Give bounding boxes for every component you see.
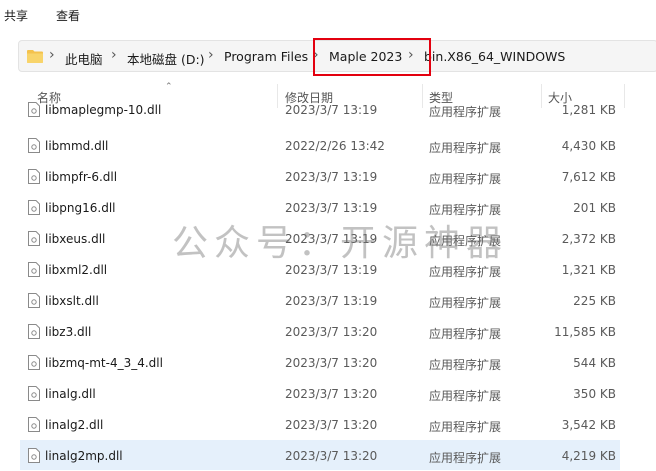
column-divider[interactable] bbox=[624, 84, 625, 108]
file-name: libmmd.dll bbox=[45, 139, 109, 153]
file-type: 应用程序扩展 bbox=[429, 141, 502, 155]
chevron-right-icon: › bbox=[408, 47, 414, 63]
file-type: 应用程序扩展 bbox=[429, 265, 502, 279]
chevron-right-icon: › bbox=[208, 47, 214, 63]
table-row[interactable]: libmaplegmp-10.dll 2023/3/7 13:19 应用程序扩展… bbox=[20, 100, 620, 122]
table-row[interactable]: libxml2.dll 2023/3/7 13:19 应用程序扩展 1,321 … bbox=[20, 254, 620, 284]
dll-file-icon bbox=[28, 293, 40, 308]
table-row[interactable]: libzmq-mt-4_3_4.dll 2023/3/7 13:20 应用程序扩… bbox=[20, 347, 620, 377]
file-date: 2022/2/26 13:42 bbox=[285, 139, 385, 153]
chevron-right-icon: › bbox=[313, 47, 319, 63]
command-bar: 共享 查看 bbox=[0, 0, 656, 30]
dll-file-icon bbox=[28, 448, 40, 463]
file-type: 应用程序扩展 bbox=[429, 296, 502, 310]
file-name: linalg.dll bbox=[45, 387, 96, 401]
folder-icon bbox=[27, 50, 43, 63]
file-name: libz3.dll bbox=[45, 325, 92, 339]
file-type: 应用程序扩展 bbox=[429, 420, 502, 434]
dll-file-icon bbox=[28, 417, 40, 432]
file-type: 应用程序扩展 bbox=[429, 389, 502, 403]
table-row[interactable]: libmmd.dll 2022/2/26 13:42 应用程序扩展 4,430 … bbox=[20, 130, 620, 160]
file-date: 2023/3/7 13:19 bbox=[285, 201, 378, 215]
file-date: 2023/3/7 13:20 bbox=[285, 356, 378, 370]
file-type: 应用程序扩展 bbox=[429, 172, 502, 186]
file-size: 544 KB bbox=[573, 356, 616, 370]
file-date: 2023/3/7 13:20 bbox=[285, 449, 378, 463]
file-size: 201 KB bbox=[573, 201, 616, 215]
file-type: 应用程序扩展 bbox=[429, 451, 502, 465]
dll-file-icon bbox=[28, 324, 40, 339]
file-name: libmaplegmp-10.dll bbox=[45, 103, 162, 117]
file-date: 2023/3/7 13:19 bbox=[285, 170, 378, 184]
file-size: 1,281 KB bbox=[561, 103, 616, 117]
breadcrumb-this-pc[interactable]: 此电脑 bbox=[65, 49, 103, 68]
file-size: 1,321 KB bbox=[561, 263, 616, 277]
chevron-right-icon: › bbox=[111, 47, 117, 63]
file-name: libpng16.dll bbox=[45, 201, 116, 215]
file-date: 2023/3/7 13:19 bbox=[285, 294, 378, 308]
table-row[interactable]: libpng16.dll 2023/3/7 13:19 应用程序扩展 201 K… bbox=[20, 192, 620, 222]
table-row[interactable]: linalg2.dll 2023/3/7 13:20 应用程序扩展 3,542 … bbox=[20, 409, 620, 439]
file-size: 4,430 KB bbox=[561, 139, 616, 153]
file-name: libzmq-mt-4_3_4.dll bbox=[45, 356, 163, 370]
table-row[interactable]: libxeus.dll 2023/3/7 13:19 应用程序扩展 2,372 … bbox=[20, 223, 620, 253]
dll-file-icon bbox=[28, 262, 40, 277]
table-row[interactable]: linalg2mp.dll 2023/3/7 13:20 应用程序扩展 4,21… bbox=[20, 440, 620, 470]
file-name: libmpfr-6.dll bbox=[45, 170, 118, 184]
breadcrumb-local-disk[interactable]: 本地磁盘 (D:) bbox=[127, 49, 205, 68]
share-menu[interactable]: 共享 bbox=[4, 7, 28, 24]
file-type: 应用程序扩展 bbox=[429, 327, 502, 341]
dll-file-icon bbox=[28, 102, 40, 117]
file-name: libxeus.dll bbox=[45, 232, 106, 246]
file-type: 应用程序扩展 bbox=[429, 358, 502, 372]
breadcrumb-program-files[interactable]: Program Files bbox=[224, 49, 308, 64]
file-size: 4,219 KB bbox=[561, 449, 616, 463]
file-size: 3,542 KB bbox=[561, 418, 616, 432]
table-row[interactable]: linalg.dll 2023/3/7 13:20 应用程序扩展 350 KB bbox=[20, 378, 620, 408]
file-date: 2023/3/7 13:19 bbox=[285, 263, 378, 277]
view-menu[interactable]: 查看 bbox=[56, 7, 80, 24]
dll-file-icon bbox=[28, 200, 40, 215]
file-date: 2023/3/7 13:20 bbox=[285, 325, 378, 339]
chevron-right-icon: › bbox=[49, 47, 55, 63]
table-row[interactable]: libz3.dll 2023/3/7 13:20 应用程序扩展 11,585 K… bbox=[20, 316, 620, 346]
file-type: 应用程序扩展 bbox=[429, 234, 502, 248]
table-row[interactable]: libxslt.dll 2023/3/7 13:19 应用程序扩展 225 KB bbox=[20, 285, 620, 315]
file-date: 2023/3/7 13:19 bbox=[285, 103, 378, 117]
file-name: libxslt.dll bbox=[45, 294, 99, 308]
file-size: 7,612 KB bbox=[561, 170, 616, 184]
table-row[interactable]: libmpfr-6.dll 2023/3/7 13:19 应用程序扩展 7,61… bbox=[20, 161, 620, 191]
dll-file-icon bbox=[28, 231, 40, 246]
file-size: 11,585 KB bbox=[554, 325, 616, 339]
file-date: 2023/3/7 13:20 bbox=[285, 418, 378, 432]
file-size: 2,372 KB bbox=[561, 232, 616, 246]
dll-file-icon bbox=[28, 386, 40, 401]
file-size: 225 KB bbox=[573, 294, 616, 308]
dll-file-icon bbox=[28, 138, 40, 153]
file-name: linalg2.dll bbox=[45, 418, 104, 432]
file-name: linalg2mp.dll bbox=[45, 449, 123, 463]
file-date: 2023/3/7 13:19 bbox=[285, 232, 378, 246]
file-size: 350 KB bbox=[573, 387, 616, 401]
file-type: 应用程序扩展 bbox=[429, 203, 502, 217]
dll-file-icon bbox=[28, 169, 40, 184]
file-date: 2023/3/7 13:20 bbox=[285, 387, 378, 401]
file-type: 应用程序扩展 bbox=[429, 105, 502, 119]
dll-file-icon bbox=[28, 355, 40, 370]
breadcrumb-bin-folder[interactable]: bin.X86_64_WINDOWS bbox=[424, 49, 565, 64]
address-bar[interactable]: › 此电脑 › 本地磁盘 (D:) › Program Files › Mapl… bbox=[18, 40, 656, 72]
file-name: libxml2.dll bbox=[45, 263, 108, 277]
breadcrumb-maple-2023[interactable]: Maple 2023 bbox=[329, 49, 402, 64]
